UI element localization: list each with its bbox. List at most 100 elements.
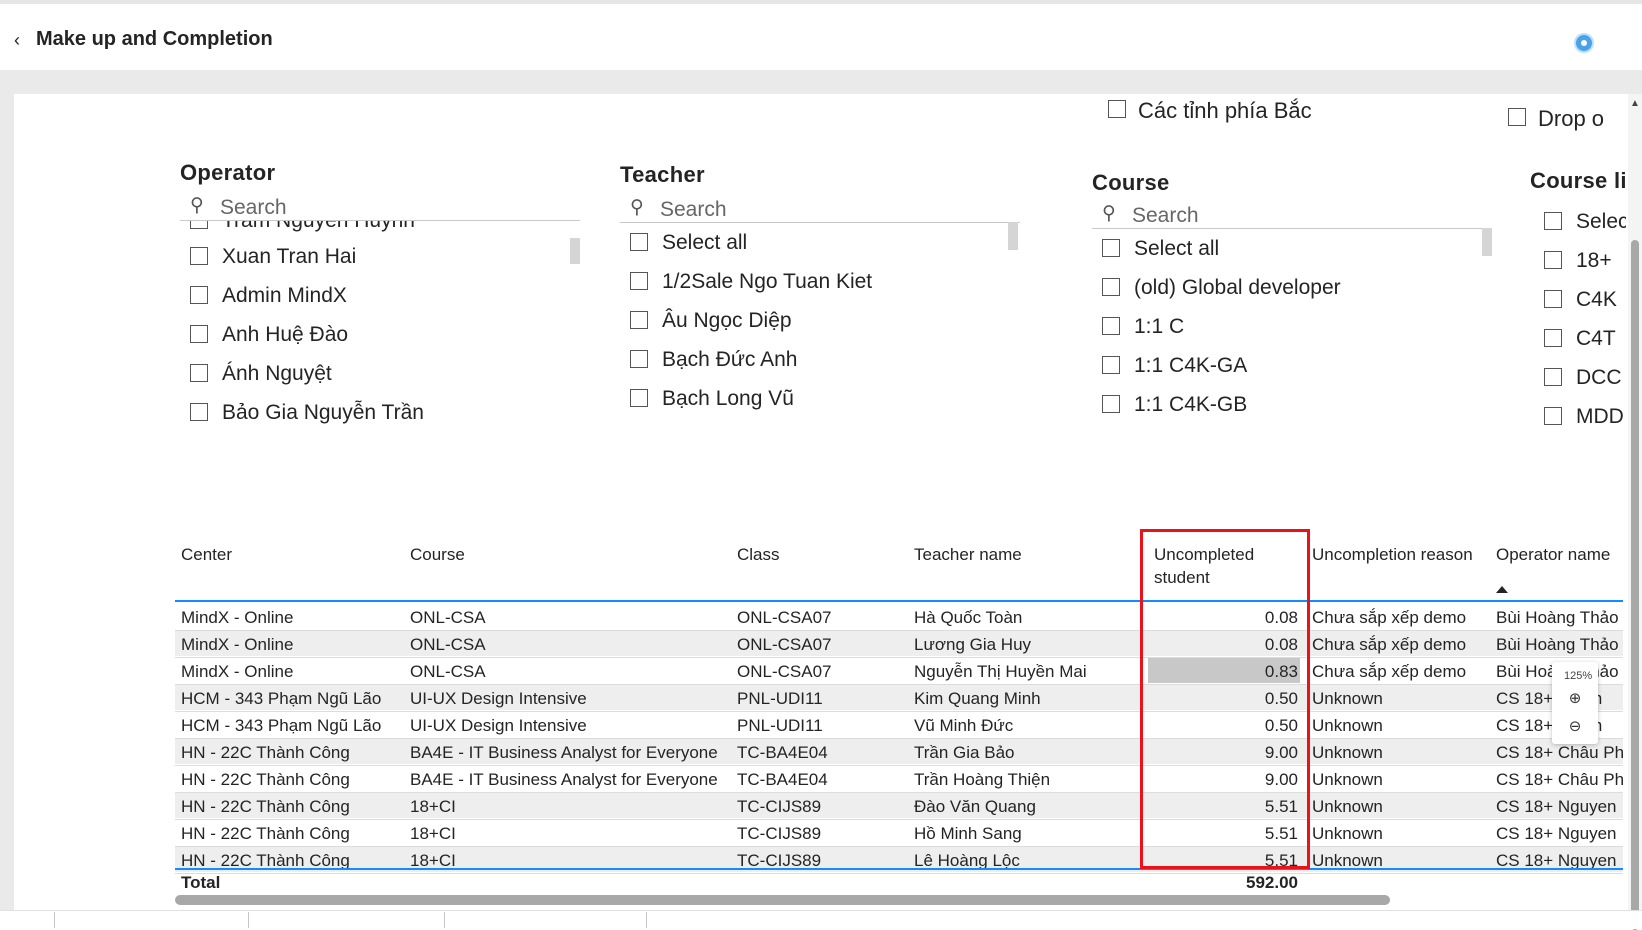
cell-operator: Bùi Hoàng Thảo: [1496, 635, 1619, 654]
table-row[interactable]: [175, 739, 1623, 764]
course-scrollbar[interactable]: [1482, 228, 1492, 256]
cell-center: HN - 22C Thành Công: [181, 770, 350, 789]
cell-class: PNL-UDI11: [737, 689, 823, 708]
northern-provinces-checkbox[interactable]: [1108, 100, 1126, 118]
operator-item-checkbox[interactable]: [190, 364, 208, 382]
operator-slicer-title: Operator: [180, 160, 276, 185]
user-avatar-icon[interactable]: [1574, 33, 1594, 53]
cell-operator: CS 18+ Nguyen: [1496, 824, 1617, 843]
cell-class: PNL-UDI11: [737, 716, 823, 735]
cell-operator: CS 18+ Châu Phạm: [1496, 743, 1624, 762]
course-line-item-label: Selec: [1576, 210, 1626, 233]
cell-class: ONL-CSA07: [737, 608, 832, 627]
cell-center: HCM - 343 Phạm Ngũ Lão: [181, 689, 382, 708]
column-header-center[interactable]: Center: [181, 544, 232, 566]
teacher-item-checkbox[interactable]: [630, 350, 648, 368]
table-row[interactable]: [175, 685, 1623, 710]
teacher-scrollbar[interactable]: [1008, 222, 1018, 250]
column-header-class[interactable]: Class: [737, 544, 780, 566]
back-chevron-icon[interactable]: ‹: [14, 30, 20, 50]
course-line-item-checkbox[interactable]: [1544, 212, 1562, 230]
zoom-in-icon[interactable]: ⊕: [1564, 688, 1586, 710]
table-horizontal-scrollbar[interactable]: [175, 895, 1390, 905]
column-header-reason[interactable]: Uncompletion reason: [1312, 544, 1473, 566]
cell-teacher: Hà Quốc Toàn: [914, 608, 1023, 627]
course-line-item-checkbox[interactable]: [1544, 329, 1562, 347]
cell-course: UI-UX Design Intensive: [410, 716, 587, 735]
table-row[interactable]: [175, 793, 1623, 818]
course-item-label: 1:1 C4K-GA: [1134, 354, 1248, 377]
page-vertical-scrollbar[interactable]: [1631, 240, 1639, 930]
cell-reason: Unknown: [1312, 689, 1383, 708]
search-icon: ⚲: [630, 197, 644, 218]
scroll-up-arrow-icon[interactable]: ▲: [1630, 98, 1640, 109]
table-row[interactable]: [175, 820, 1623, 845]
table-row[interactable]: [175, 712, 1623, 737]
cell-course: ONL-CSA: [410, 608, 486, 627]
operator-scrollbar[interactable]: [570, 238, 580, 264]
operator-item-checkbox[interactable]: [190, 325, 208, 343]
page-tabs-bar: [0, 910, 1642, 929]
operator-item-checkbox[interactable]: [190, 403, 208, 421]
teacher-item-checkbox[interactable]: [630, 272, 648, 290]
cell-teacher: Trần Hoàng Thiện: [914, 770, 1051, 789]
table-row[interactable]: [175, 766, 1623, 791]
cell-operator: CS 18+ Nguyen: [1496, 797, 1617, 816]
page-tab-divider: [646, 912, 647, 928]
course-line-item-checkbox[interactable]: [1544, 368, 1562, 386]
cell-center: HN - 22C Thành Công: [181, 797, 350, 816]
operator-search-input[interactable]: Search: [220, 196, 287, 220]
teacher-search-input[interactable]: Search: [660, 198, 727, 222]
teacher-item-label: Bạch Đức Anh: [662, 348, 798, 371]
drop-checkbox[interactable]: [1508, 108, 1526, 126]
course-search-underline: [1092, 228, 1492, 229]
operator-item-checkbox[interactable]: [190, 286, 208, 304]
cell-center: MindX - Online: [181, 635, 294, 654]
column-header-operator[interactable]: Operator name: [1496, 544, 1610, 566]
course-line-item-checkbox[interactable]: [1544, 251, 1562, 269]
course-search-input[interactable]: Search: [1132, 204, 1199, 228]
course-item-checkbox[interactable]: [1102, 317, 1120, 335]
total-value: 592.00: [1246, 873, 1298, 892]
column-header-course[interactable]: Course: [410, 544, 465, 566]
row-divider: [175, 873, 1623, 874]
cell-reason: Unknown: [1312, 716, 1383, 735]
column-header-teacher[interactable]: Teacher name: [914, 544, 1022, 566]
course-item-checkbox[interactable]: [1102, 278, 1120, 296]
cell-class: TC-CIJS89: [737, 824, 822, 843]
course-line-item-checkbox[interactable]: [1544, 407, 1562, 425]
teacher-item-label: Select all: [662, 231, 748, 254]
cell-course: ONL-CSA: [410, 635, 486, 654]
cell-reason: Unknown: [1312, 743, 1383, 762]
cell-teacher: Vũ Minh Đức: [914, 716, 1014, 735]
operator-item-label: Ánh Nguyệt: [222, 362, 332, 385]
teacher-item-checkbox[interactable]: [630, 233, 648, 251]
teacher-item-checkbox[interactable]: [630, 311, 648, 329]
cell-teacher: Hồ Minh Sang: [914, 824, 1022, 843]
course-item-label: 1:1 C4K-GB: [1134, 393, 1248, 416]
cell-class: TC-CIJS89: [737, 797, 822, 816]
cell-operator: Bùi Hoàng Thảo: [1496, 608, 1619, 627]
cell-course: BA4E - IT Business Analyst for Everyone: [410, 770, 718, 789]
operator-item-label: Xuan Tran Hai: [222, 245, 357, 268]
course-item-checkbox[interactable]: [1102, 239, 1120, 257]
teacher-item-checkbox[interactable]: [630, 389, 648, 407]
canvas-left-margin: [0, 94, 14, 928]
teacher-item-label: Bạch Long Vũ: [662, 387, 794, 410]
operator-partial-checkbox[interactable]: [190, 221, 208, 229]
drop-label: Drop o: [1538, 106, 1605, 131]
teacher-item-label: 1/2Sale Ngo Tuan Kiet: [662, 270, 873, 293]
page-tab-divider: [54, 912, 55, 928]
cell-course: UI-UX Design Intensive: [410, 689, 587, 708]
operator-item-checkbox[interactable]: [190, 247, 208, 265]
course-item-checkbox[interactable]: [1102, 395, 1120, 413]
course-item-checkbox[interactable]: [1102, 356, 1120, 374]
teacher-item-label: Âu Ngọc Diệp: [662, 309, 792, 332]
table-total-divider: [175, 868, 1623, 870]
operator-item-label: Bảo Gia Nguyễn Trần: [222, 401, 424, 424]
zoom-out-icon[interactable]: ⊖: [1564, 716, 1586, 738]
course-line-item-checkbox[interactable]: [1544, 290, 1562, 308]
course-line-item-label: MDD: [1576, 405, 1624, 425]
cell-operator: CS 18+ Châu Phạm: [1496, 770, 1624, 789]
sort-ascending-icon[interactable]: [1496, 586, 1508, 593]
